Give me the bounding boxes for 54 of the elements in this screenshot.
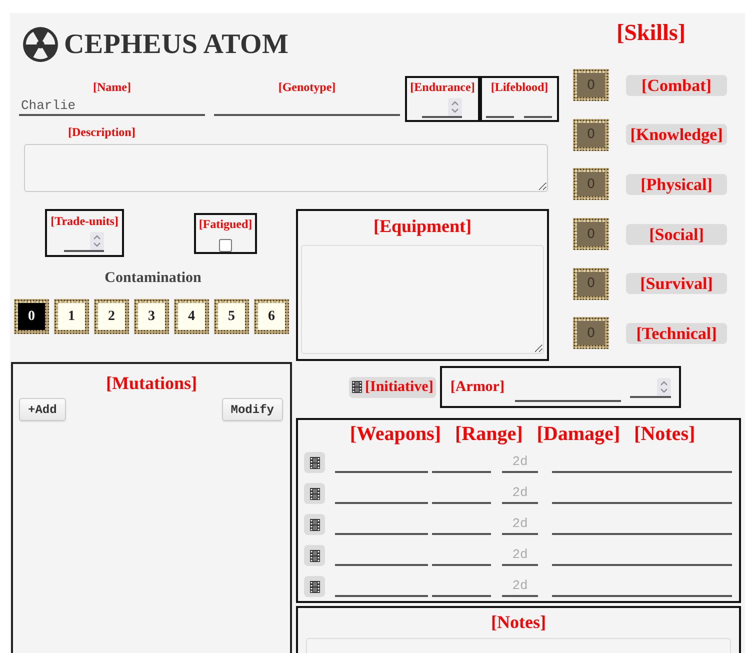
trade-units-label: [Trade-units]: [50, 214, 120, 228]
skill-roll-button[interactable]: [Combat]: [626, 74, 727, 96]
equipment-label: [Equipment]: [372, 215, 472, 237]
stepper-icon[interactable]: [448, 98, 462, 116]
stepper-icon[interactable]: [90, 232, 104, 250]
film-strip-icon: [310, 550, 320, 562]
roll-button[interactable]: [304, 483, 325, 504]
fatigued-label: [Fatigued]: [198, 217, 252, 231]
column-header: [Notes]: [634, 422, 696, 447]
armor-label: [Armor]: [450, 378, 504, 396]
initiative-button[interactable]: [Initiative]: [349, 376, 436, 398]
skills-title: [Skills]: [615, 19, 687, 47]
name-label: [Name]: [92, 80, 132, 94]
roll-button[interactable]: [304, 545, 325, 566]
damage-field[interactable]: 2d: [502, 452, 538, 472]
genotype-label: [Genotype]: [277, 80, 337, 94]
app-title: CEPHEUS ATOM: [64, 28, 289, 60]
description-field[interactable]: [24, 144, 548, 192]
radiation-icon: [23, 27, 58, 62]
equipment-field[interactable]: [301, 245, 544, 354]
film-strip-icon: [310, 488, 320, 500]
roll-button[interactable]: [304, 514, 325, 535]
endurance-label: [Endurance]: [409, 80, 476, 94]
skill-roll-button[interactable]: [Physical]: [626, 174, 727, 195]
fatigued-checkbox[interactable]: [219, 239, 232, 252]
endurance-field[interactable]: [422, 98, 462, 118]
stepper-icon[interactable]: [657, 378, 672, 396]
damage-field[interactable]: 2d: [502, 576, 538, 596]
notes-label: [Notes]: [490, 611, 547, 633]
damage-field[interactable]: 2d: [502, 484, 538, 504]
trade-units-field[interactable]: [64, 232, 104, 252]
column-header: [Range]: [454, 422, 523, 447]
damage-field[interactable]: 2d: [502, 514, 538, 534]
skill-roll-button[interactable]: [Knowledge]: [626, 124, 727, 146]
roll-button[interactable]: [304, 452, 325, 473]
film-strip-icon: [310, 456, 320, 468]
name-field[interactable]: Charlie: [19, 96, 205, 116]
column-header: [Weapons]: [350, 422, 441, 447]
mutation-action-button[interactable]: Modify: [222, 398, 283, 421]
armor-value-field[interactable]: [630, 378, 672, 398]
column-header: [Damage]: [536, 422, 620, 447]
film-strip-icon: [310, 518, 320, 530]
damage-field[interactable]: 2d: [502, 546, 538, 566]
description-label: [Description]: [68, 125, 136, 139]
skill-roll-button[interactable]: [Technical]: [626, 322, 727, 344]
skill-roll-button[interactable]: [Social]: [626, 224, 727, 245]
roll-button[interactable]: [304, 576, 325, 597]
skill-roll-button[interactable]: [Survival]: [626, 273, 727, 294]
film-strip-icon: [352, 381, 362, 393]
contamination-title: Contamination: [104, 269, 202, 287]
lifeblood-label: [Lifeblood]: [490, 80, 550, 94]
mutations-title: [Mutations]: [105, 372, 198, 394]
mutation-action-button[interactable]: +Add: [19, 398, 66, 421]
film-strip-icon: [310, 580, 320, 592]
